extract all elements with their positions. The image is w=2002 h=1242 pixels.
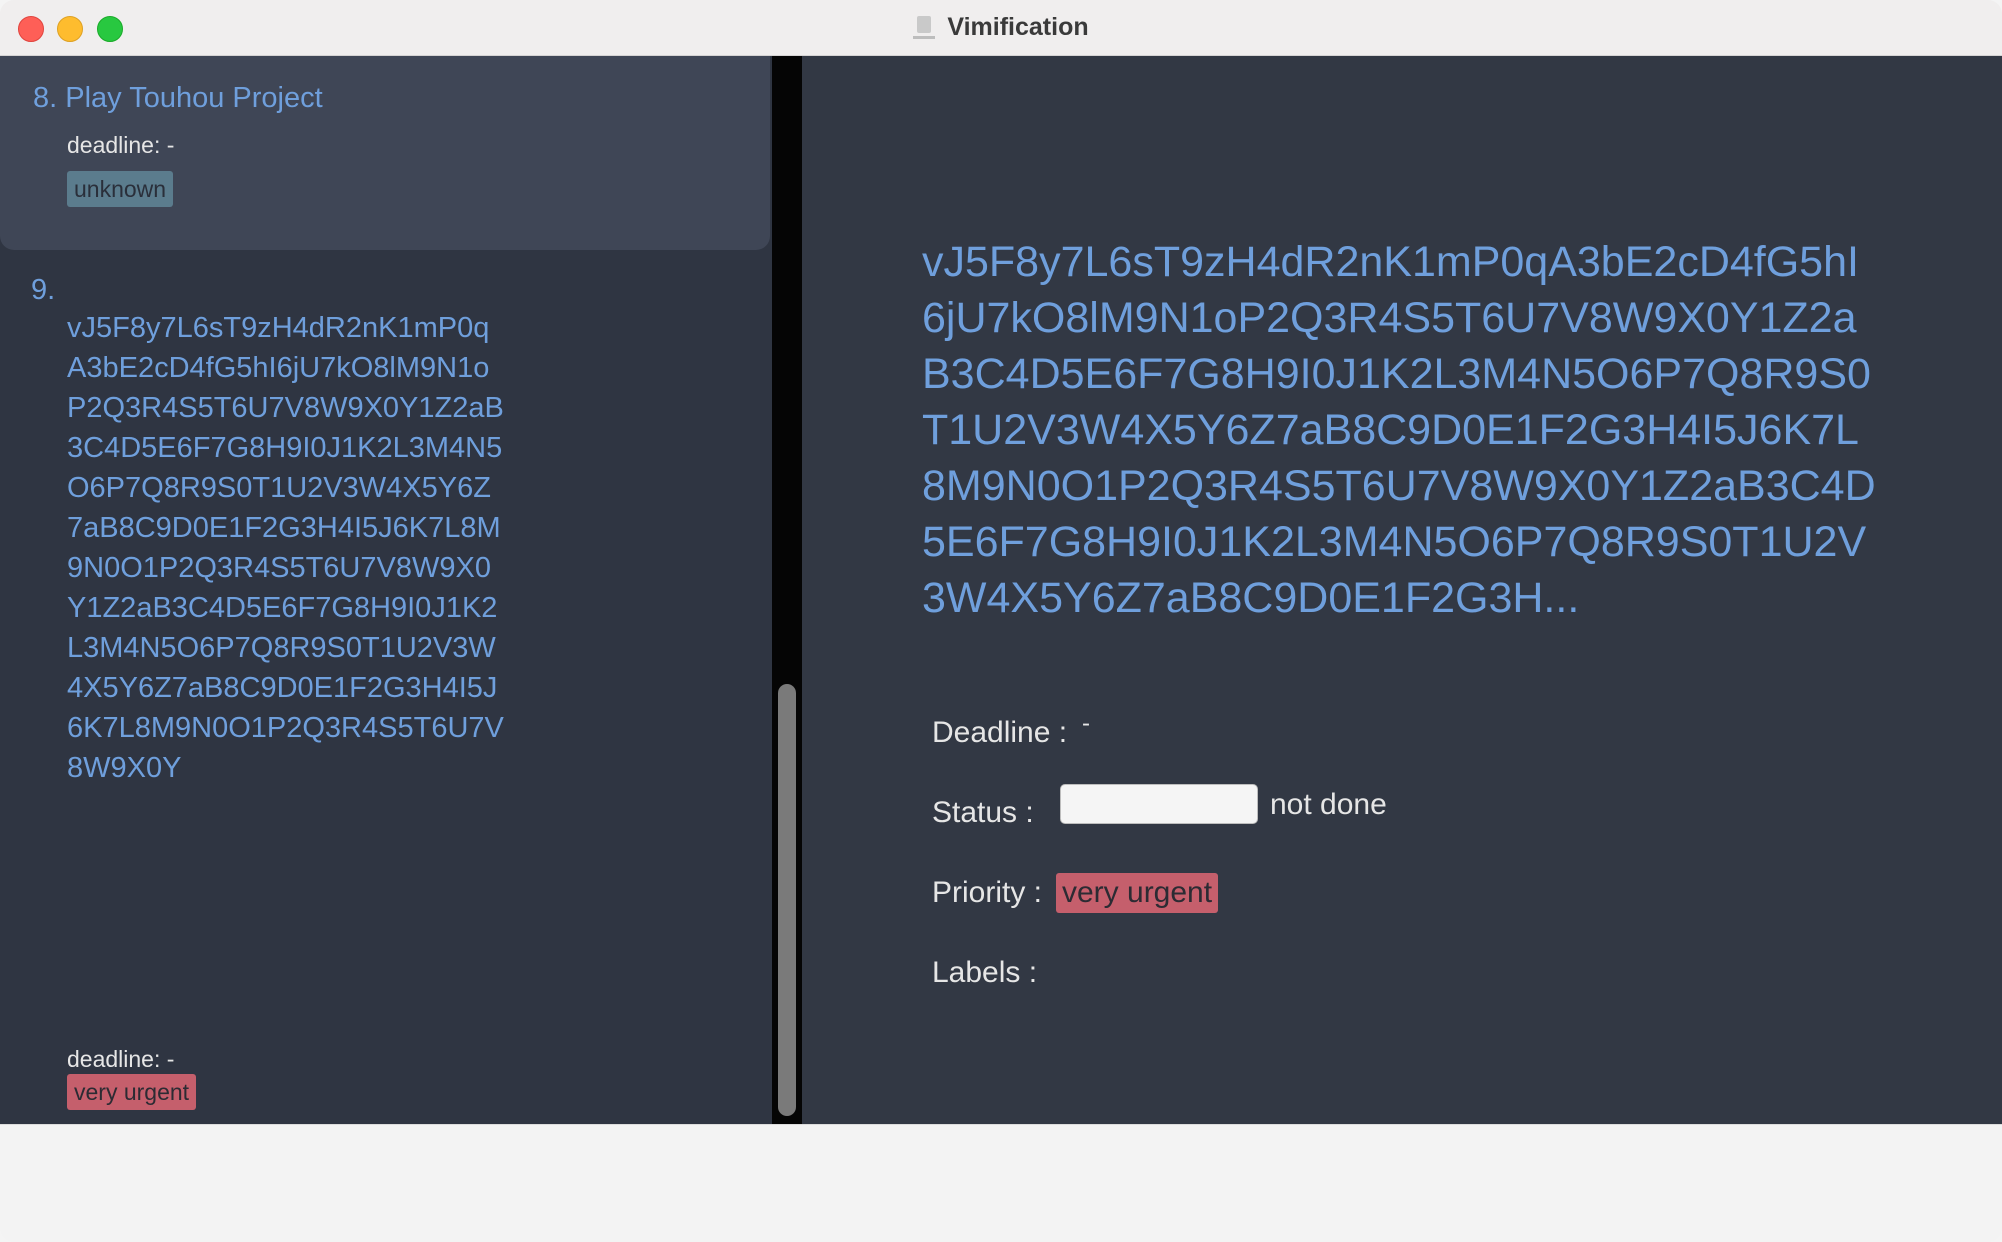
task-card-8[interactable]: 8. Play Touhou Project deadline: - unkno…	[0, 56, 770, 250]
title-bar: Vimification	[0, 0, 2002, 56]
task-deadline: deadline: -	[67, 1046, 175, 1072]
task-name: Play Touhou Project	[65, 82, 323, 114]
app-icon	[913, 14, 936, 42]
labels-label: Labels :	[932, 956, 1038, 989]
task-deadline: deadline: -	[67, 132, 175, 158]
task-name: vJ5F8y7L6sT9zH4dR2nK1mP0qA3bE2cD4fG5hI6j…	[67, 312, 504, 784]
task-number: 9.	[31, 274, 56, 306]
task-number: 8.	[33, 82, 58, 114]
list-scrollbar-thumb[interactable]	[778, 684, 796, 1116]
task-title: 8. Play Touhou Project	[33, 78, 323, 118]
title-wrap: Vimification	[0, 0, 2002, 55]
priority-tag: unknown	[67, 171, 174, 207]
status-value: not done	[1270, 788, 1387, 821]
priority-value-tag: very urgent	[1056, 873, 1219, 913]
task-list-panel[interactable]: 8. Play Touhou Project deadline: - unkno…	[0, 56, 772, 1124]
task-detail-panel: vJ5F8y7L6sT9zH4dR2nK1mP0qA3bE2cD4fG5hI6j…	[802, 56, 2002, 1124]
app-window: Vimification 8. Play Touhou Project dead…	[0, 0, 2002, 1242]
deadline-label: Deadline :	[932, 716, 1068, 749]
priority-label: Priority :	[932, 876, 1043, 909]
deadline-value: -	[1082, 710, 1090, 737]
priority-tag: very urgent	[67, 1074, 197, 1110]
window-title: Vimification	[947, 13, 1089, 41]
status-label: Status :	[932, 796, 1034, 829]
detail-task-title: vJ5F8y7L6sT9zH4dR2nK1mP0qA3bE2cD4fG5hI6j…	[922, 238, 1876, 622]
command-area[interactable]	[0, 1124, 2002, 1242]
status-checkbox[interactable]	[1060, 784, 1258, 824]
